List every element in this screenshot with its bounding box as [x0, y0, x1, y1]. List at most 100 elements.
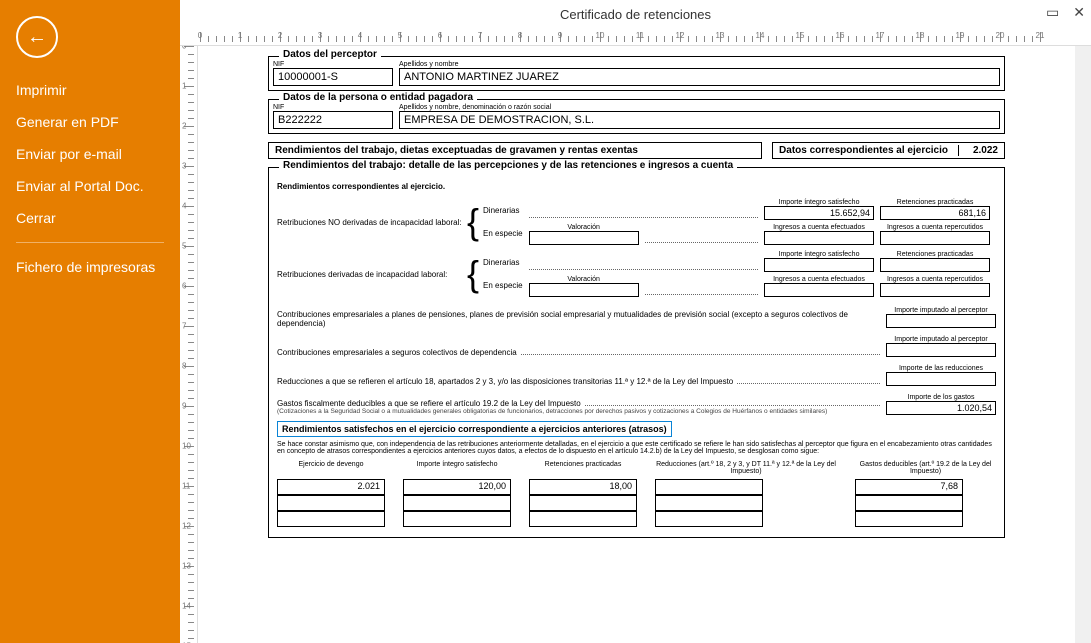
line-gastos: Gastos fiscalmente deducibles a que se r…	[277, 399, 581, 408]
td: 2.021	[277, 479, 385, 495]
hdr-ilg: Importe de los gastos	[886, 394, 996, 401]
brace-icon: {	[467, 208, 479, 236]
val-empty	[886, 372, 996, 386]
label-nombre: Apellidos y nombre, denominación o razón…	[399, 104, 1000, 111]
th-gastos: Gastos deducibles (art.º 19.2 de la Ley …	[855, 461, 996, 477]
bar-ejercicio: Datos correspondientes al ejercicio 2.02…	[772, 142, 1005, 159]
ruler-vertical: 0123456789101112131415161718	[180, 46, 198, 643]
row1-label: Retribuciones NO derivadas de incapacida…	[277, 218, 467, 227]
val-empty	[886, 314, 996, 328]
menu-printers[interactable]: Fichero de impresoras	[0, 251, 180, 283]
hdr-rp: Retenciones practicadas	[880, 251, 990, 258]
section-title: Rendimientos del trabajo: detalle de las…	[279, 160, 737, 171]
menu-portal[interactable]: Enviar al Portal Doc.	[0, 170, 180, 202]
val-empty	[529, 231, 639, 245]
td	[655, 511, 763, 527]
hdr-icr: Ingresos a cuenta repercutidos	[880, 224, 990, 231]
value-nif: B222222	[273, 111, 393, 129]
th-reducciones: Reducciones (art.º 18, 2 y 3, y DT 11.ª …	[655, 461, 837, 477]
val-rp1: 681,16	[880, 206, 990, 220]
divider	[16, 242, 164, 243]
td	[855, 511, 963, 527]
hdr-rp: Retenciones practicadas	[880, 199, 990, 206]
main-area: Certificado de retenciones ▭ ✕ 012345678…	[180, 0, 1091, 643]
val-gastos: 1.020,54	[886, 401, 996, 415]
back-arrow-icon: ←	[27, 26, 47, 49]
line-gastos-sub: (Cotizaciones a la Seguridad Social o a …	[277, 408, 880, 415]
scrollbar-vertical[interactable]	[1075, 46, 1091, 643]
val-his1: 15.652,94	[764, 206, 874, 220]
val-empty	[880, 231, 990, 245]
section-perceptor: Datos del perceptor NIF 10000001-S Apell…	[268, 56, 1005, 91]
line-contrib2: Contribuciones empresariales a seguros c…	[277, 348, 517, 357]
window-title: Certificado de retenciones	[560, 7, 711, 22]
menu-print[interactable]: Imprimir	[0, 74, 180, 106]
section-title: Datos de la persona o entidad pagadora	[279, 92, 477, 103]
val-empty	[764, 231, 874, 245]
menu-pdf[interactable]: Generar en PDF	[0, 106, 180, 138]
close-icon[interactable]: ✕	[1073, 4, 1085, 21]
row2-label: Retribuciones derivadas de incapacidad l…	[277, 270, 467, 279]
hdr-iip: Importe imputado al perceptor	[886, 336, 996, 343]
line-ejercicio: Rendimientos correspondientes al ejercic…	[277, 182, 996, 191]
lbl-especie: En especie	[483, 229, 523, 238]
td	[403, 511, 511, 527]
val-empty	[880, 283, 990, 297]
brace-icon: {	[467, 260, 479, 288]
val-empty	[764, 283, 874, 297]
hdr-ice: Ingresos a cuenta efectuados	[764, 276, 874, 283]
back-button[interactable]: ←	[16, 16, 58, 58]
val-empty	[764, 258, 874, 272]
th-retenciones: Retenciones practicadas	[529, 461, 637, 477]
maximize-icon[interactable]: ▭	[1046, 4, 1059, 21]
lbl-dinerarias: Dinerarias	[483, 258, 523, 267]
menu-email[interactable]: Enviar por e-mail	[0, 138, 180, 170]
atrasos-table: Ejercicio de devengo 2.021 Importe ínteg…	[277, 461, 996, 527]
value-nif: 10000001-S	[273, 68, 393, 86]
hdr-val: Valoración	[529, 224, 639, 231]
val-empty	[886, 343, 996, 357]
th-importe: Importe íntegro satisfecho	[403, 461, 511, 477]
hdr-ilr: Importe de las reducciones	[886, 365, 996, 372]
line-contrib1: Contribuciones empresariales a planes de…	[277, 310, 880, 328]
document-page: Datos del perceptor NIF 10000001-S Apell…	[198, 46, 1075, 566]
label-nombre: Apellidos y nombre	[399, 61, 1000, 68]
titlebar: Certificado de retenciones ▭ ✕	[180, 0, 1091, 28]
hdr-his: Importe íntegro satisfecho	[764, 251, 874, 258]
app-root: ← Imprimir Generar en PDF Enviar por e-m…	[0, 0, 1091, 643]
value-nombre: ANTONIO MARTINEZ JUAREZ	[399, 68, 1000, 86]
atrasos-note: Se hace constar asimismo que, con indepe…	[277, 441, 996, 455]
th-ejercicio: Ejercicio de devengo	[277, 461, 385, 477]
hdr-val: Valoración	[529, 276, 639, 283]
preview-canvas[interactable]: Datos del perceptor NIF 10000001-S Apell…	[198, 46, 1075, 643]
label-ejercicio: Datos correspondientes al ejercicio	[779, 145, 948, 156]
sidebar: ← Imprimir Generar en PDF Enviar por e-m…	[0, 0, 180, 643]
label-nif: NIF	[273, 61, 393, 68]
td	[277, 495, 385, 511]
td	[855, 495, 963, 511]
menu-close[interactable]: Cerrar	[0, 202, 180, 234]
td: 120,00	[403, 479, 511, 495]
td: 18,00	[529, 479, 637, 495]
label-nif: NIF	[273, 104, 393, 111]
value-nombre: EMPRESA DE DEMOSTRACION, S.L.	[399, 111, 1000, 129]
td	[655, 479, 763, 495]
hdr-his: Importe íntegro satisfecho	[764, 199, 874, 206]
hdr-icr: Ingresos a cuenta repercutidos	[880, 276, 990, 283]
td	[277, 511, 385, 527]
hdr-iip: Importe imputado al perceptor	[886, 307, 996, 314]
td: 7,68	[855, 479, 963, 495]
val-empty	[529, 283, 639, 297]
td	[529, 511, 637, 527]
td	[529, 495, 637, 511]
section-title: Datos del perceptor	[279, 49, 381, 60]
bar-rendimientos: Rendimientos del trabajo, dietas exceptu…	[268, 142, 762, 159]
td	[655, 495, 763, 511]
val-empty	[880, 258, 990, 272]
section-pagador: Datos de la persona o entidad pagadora N…	[268, 99, 1005, 134]
ruler-horizontal: 0123456789101112131415161718192021	[180, 28, 1091, 46]
line-reducc: Reducciones a que se refieren el artícul…	[277, 377, 733, 386]
section-detalle: Rendimientos del trabajo: detalle de las…	[268, 167, 1005, 538]
lbl-especie: En especie	[483, 281, 523, 290]
hdr-ice: Ingresos a cuenta efectuados	[764, 224, 874, 231]
